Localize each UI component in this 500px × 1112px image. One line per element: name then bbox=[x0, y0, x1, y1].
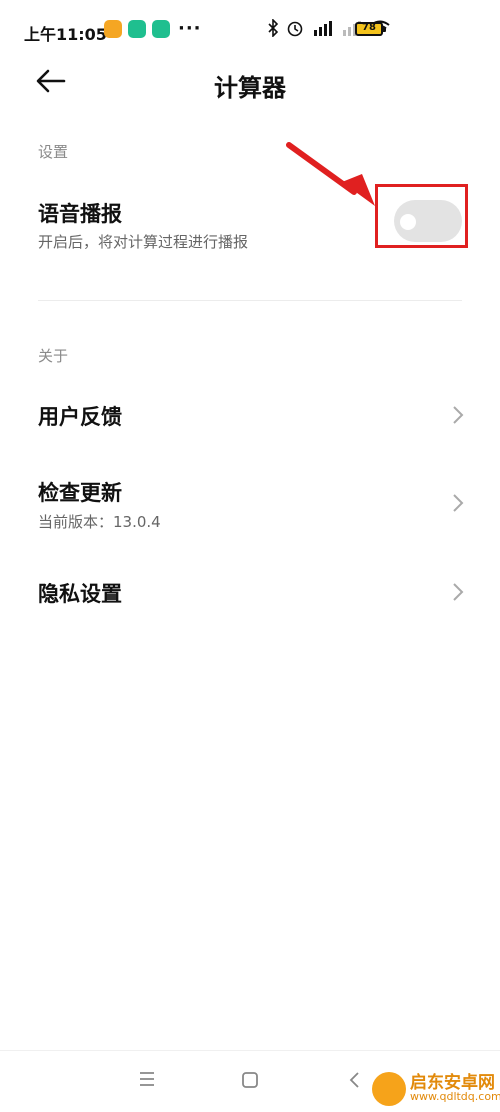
back-chevron-icon[interactable] bbox=[348, 1071, 362, 1089]
bluetooth-icon bbox=[268, 19, 278, 37]
section-label-about: 关于 bbox=[38, 347, 69, 365]
privacy-settings-title: 隐私设置 bbox=[38, 582, 122, 606]
check-update-row[interactable]: 检查更新 当前版本：13.0.4 bbox=[0, 465, 500, 545]
section-divider bbox=[38, 300, 462, 301]
annotation-highlight-box bbox=[375, 184, 468, 248]
watermark-url: www.qdltdq.com bbox=[410, 1090, 500, 1103]
privacy-settings-row[interactable]: 隐私设置 bbox=[0, 562, 500, 622]
app-header: 计算器 bbox=[0, 56, 500, 108]
chevron-right-icon bbox=[453, 583, 464, 601]
voice-broadcast-title: 语音播报 bbox=[38, 202, 122, 226]
check-update-title: 检查更新 bbox=[38, 481, 122, 505]
battery-icon: 78 bbox=[355, 22, 386, 36]
notification-app-icon bbox=[128, 20, 146, 38]
current-version-text: 当前版本：13.0.4 bbox=[38, 513, 161, 531]
alarm-icon bbox=[287, 21, 303, 37]
feedback-title: 用户反馈 bbox=[38, 405, 122, 429]
page-title: 计算器 bbox=[214, 74, 286, 102]
watermark: 启东安卓网 www.qdltdq.com bbox=[370, 1060, 500, 1111]
watermark-logo-icon bbox=[372, 1072, 406, 1106]
chevron-right-icon bbox=[453, 406, 464, 424]
status-time: 上午11:05 bbox=[24, 25, 107, 44]
menu-icon[interactable] bbox=[138, 1071, 156, 1087]
voice-broadcast-subtitle: 开启后，将对计算过程进行播报 bbox=[38, 233, 249, 251]
section-label-settings: 设置 bbox=[38, 143, 69, 161]
status-bar: 上午11:05 ··· 78 bbox=[0, 0, 500, 60]
notification-icons bbox=[104, 20, 170, 38]
more-notifications-icon: ··· bbox=[178, 18, 202, 39]
chevron-right-icon bbox=[453, 494, 464, 512]
signal-hd-icon bbox=[314, 21, 332, 36]
annotation-arrow bbox=[286, 142, 375, 206]
notification-app-icon bbox=[104, 20, 122, 38]
home-square-icon[interactable] bbox=[241, 1071, 259, 1089]
notification-app-icon bbox=[152, 20, 170, 38]
feedback-row[interactable]: 用户反馈 bbox=[0, 385, 500, 445]
battery-level: 78 bbox=[362, 22, 376, 33]
